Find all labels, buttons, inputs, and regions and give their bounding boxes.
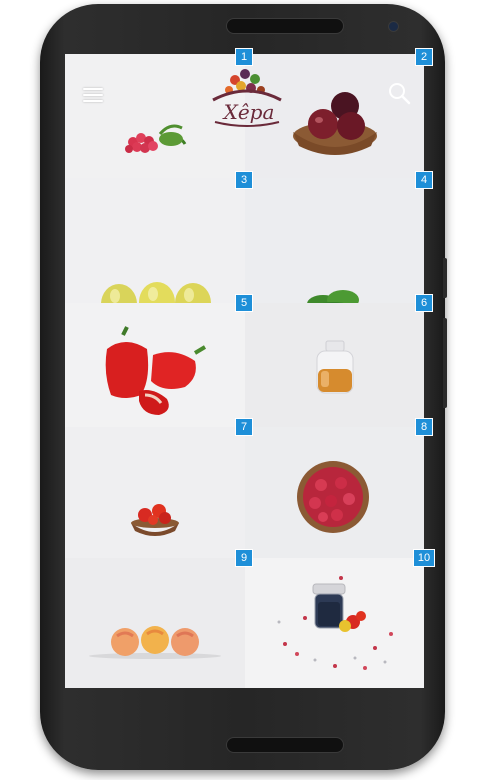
tile-badge-6: 6 bbox=[415, 294, 433, 312]
logo-text: Xêpa bbox=[223, 100, 275, 124]
tile-apples[interactable] bbox=[65, 178, 245, 303]
tile-raspberries[interactable] bbox=[245, 427, 424, 558]
tomatoes-image bbox=[131, 504, 179, 536]
tile-peaches[interactable] bbox=[65, 558, 245, 688]
raspberries-image bbox=[297, 461, 369, 533]
tile-badge-10: 10 bbox=[413, 549, 435, 567]
tile-basil[interactable] bbox=[245, 178, 424, 303]
apples-image bbox=[101, 282, 211, 303]
top-speaker bbox=[226, 18, 344, 34]
tile-badge-5: 5 bbox=[235, 294, 253, 312]
search-button[interactable] bbox=[387, 81, 411, 105]
hamburger-menu-button[interactable] bbox=[83, 88, 103, 104]
tile-peppers[interactable] bbox=[65, 303, 245, 427]
tile-badge-3: 3 bbox=[235, 171, 253, 189]
tile-badge-2: 2 bbox=[415, 48, 433, 66]
peaches-image bbox=[89, 626, 221, 659]
tile-honey[interactable] bbox=[245, 303, 424, 427]
tile-badge-9: 9 bbox=[235, 549, 253, 567]
hamburger-menu-icon-line bbox=[83, 100, 103, 102]
app-logo: Xêpa bbox=[205, 64, 289, 132]
basil-image bbox=[307, 290, 359, 303]
product-grid bbox=[65, 54, 424, 688]
tile-badge-4: 4 bbox=[415, 171, 433, 189]
tile-cherry-tomatoes[interactable] bbox=[65, 427, 245, 558]
peppers-image bbox=[105, 326, 207, 415]
hamburger-menu-icon bbox=[83, 88, 103, 90]
hamburger-menu-icon-line bbox=[83, 94, 103, 96]
tile-jam[interactable] bbox=[245, 558, 424, 688]
tile-badge-1: 1 bbox=[235, 48, 253, 66]
tile-badge-7: 7 bbox=[235, 418, 253, 436]
app-screen: Xêpa bbox=[65, 54, 424, 688]
bottom-speaker bbox=[226, 737, 344, 753]
power-button[interactable] bbox=[443, 318, 447, 408]
volume-button[interactable] bbox=[443, 258, 447, 298]
tile-badge-8: 8 bbox=[415, 418, 433, 436]
honey-image bbox=[316, 340, 354, 394]
search-icon bbox=[389, 83, 411, 105]
front-camera bbox=[388, 21, 399, 32]
jam-image bbox=[277, 576, 393, 670]
